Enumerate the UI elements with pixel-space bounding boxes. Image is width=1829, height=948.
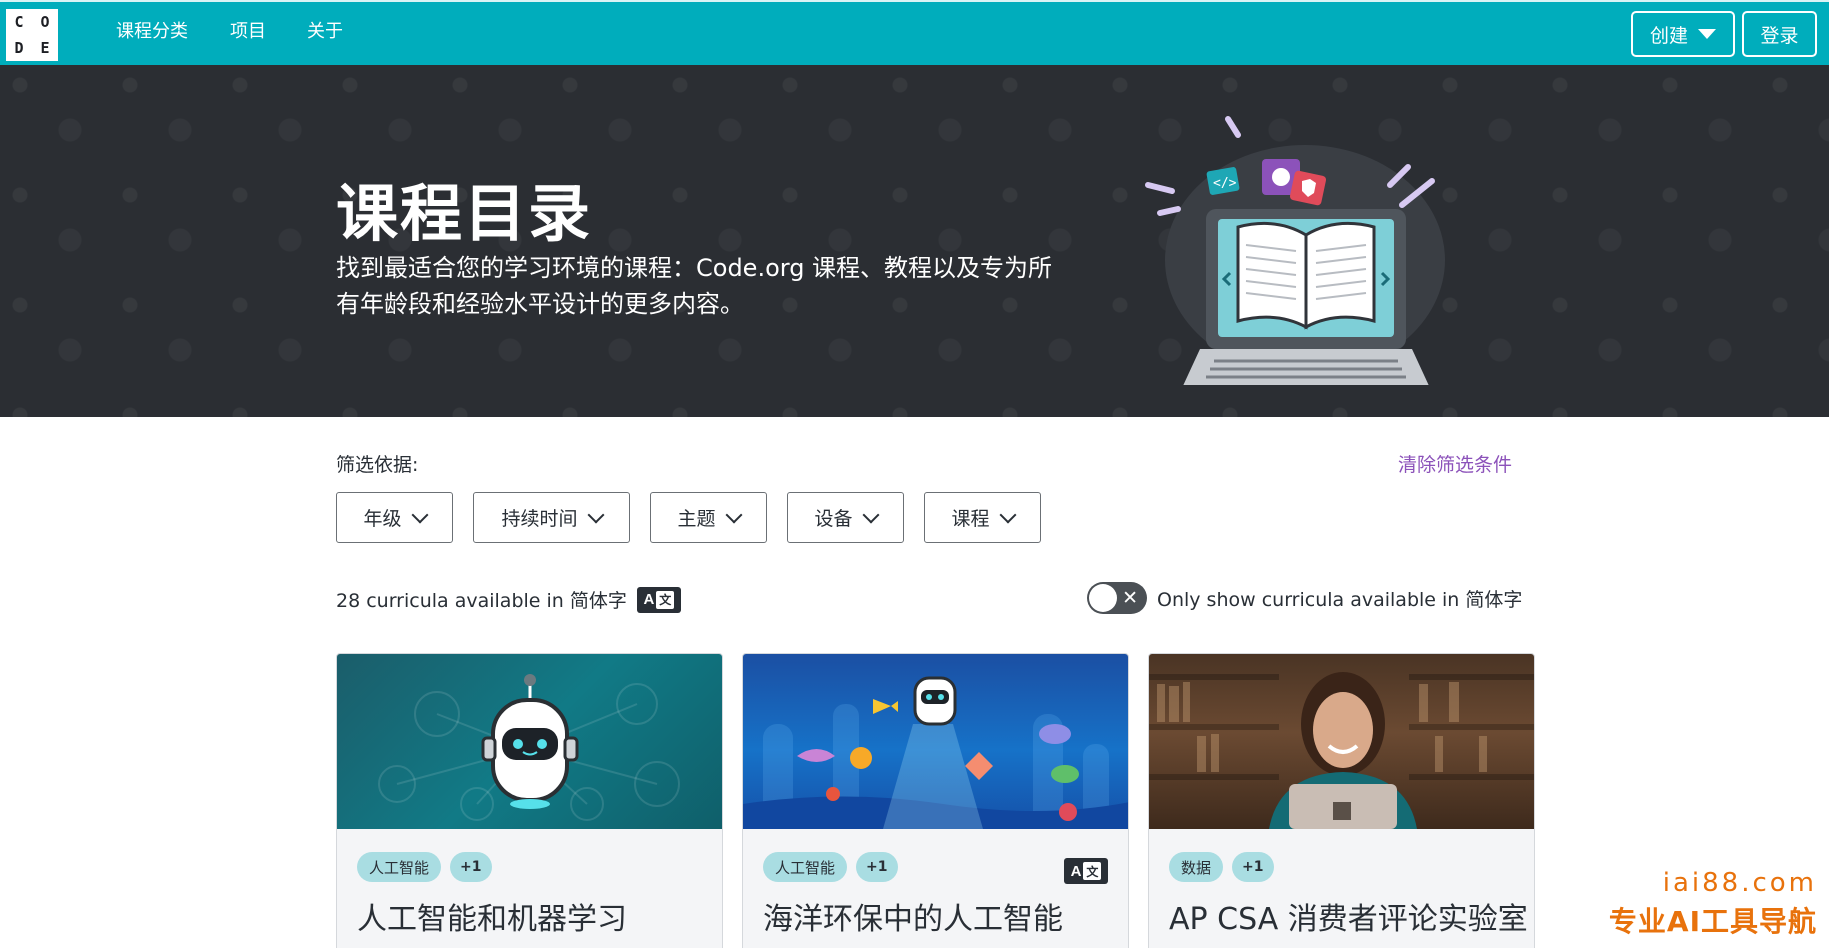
card-title: 海洋环保中的人工智能 — [763, 902, 1063, 937]
nav-link-course-catalog[interactable]: 课程分类 — [116, 2, 188, 62]
grade-dropdown[interactable]: 年级 — [336, 492, 453, 543]
chevron-down-icon — [725, 506, 742, 523]
dropdown-label: 课程 — [951, 508, 990, 530]
language-filter-toggle-row: ✕ Only show curricula available in 简体字 — [1087, 582, 1522, 614]
curriculum-card[interactable]: 人工智能 +1 A 文 海洋环保中的人工智能 — [742, 653, 1129, 948]
more-tags-badge: +1 — [450, 852, 492, 882]
card-tags: 数据 +1 — [1169, 852, 1274, 882]
toggle-knob — [1089, 584, 1117, 612]
logo-letter: E — [32, 35, 58, 61]
watermark-domain: iai88.com — [1662, 868, 1817, 898]
ocean-robot-illustration — [743, 654, 1128, 829]
curriculum-card[interactable]: 人工智能 +1 人工智能和机器学习 — [336, 653, 723, 948]
filter-label: 筛选依据: — [336, 454, 419, 476]
curricula-count-text: 28 curricula available in 简体字 — [336, 590, 627, 612]
nav-link-about[interactable]: 关于 — [307, 2, 343, 62]
nav-link-projects[interactable]: 项目 — [230, 2, 266, 62]
card-tags: 人工智能 +1 — [357, 852, 492, 882]
top-navbar: C O D E 课程分类 项目 关于 创建 登录 — [0, 0, 1829, 65]
topic-tag: 人工智能 — [357, 852, 442, 882]
translation-icon: A 文 — [636, 586, 681, 613]
logo-letter: D — [6, 35, 32, 61]
curriculum-dropdown[interactable]: 课程 — [924, 492, 1041, 543]
close-icon: ✕ — [1122, 587, 1138, 609]
toggle-label: Only show curricula available in 简体字 — [1157, 588, 1523, 611]
duration-dropdown[interactable]: 持续时间 — [473, 492, 630, 543]
dropdown-label: 主题 — [677, 508, 716, 530]
svg-text:</>: </> — [1213, 176, 1237, 191]
hero-banner: 课程目录 找到最适合您的学习环境的课程：Code.org 课程、教程以及专为所有… — [0, 65, 1829, 417]
page-title: 课程目录 — [336, 177, 593, 250]
chevron-down-icon — [587, 506, 604, 523]
more-tags-badge: +1 — [1232, 852, 1274, 882]
chevron-down-icon — [862, 506, 879, 523]
more-tags-badge: +1 — [856, 852, 898, 882]
device-dropdown[interactable]: 设备 — [787, 492, 904, 543]
chevron-down-icon — [999, 506, 1016, 523]
curricula-count: 28 curricula available in 简体字 A 文 — [336, 586, 681, 613]
dropdown-label: 年级 — [363, 508, 402, 530]
topic-dropdown[interactable]: 主题 — [650, 492, 767, 543]
curriculum-card[interactable]: 数据 +1 AP CSA 消费者评论实验室 — [1148, 653, 1535, 948]
translation-icon: A 文 — [1064, 858, 1108, 884]
student-library-photo — [1149, 654, 1534, 829]
logo-letter: O — [32, 9, 58, 35]
card-title: 人工智能和机器学习 — [357, 902, 627, 937]
dropdown-label: 设备 — [814, 508, 853, 530]
logo-letter: C — [6, 9, 32, 35]
watermark-slogan: 专业AI工具导航 — [1608, 905, 1817, 938]
topic-tag: 人工智能 — [763, 852, 848, 882]
clear-filters-link[interactable]: 清除筛选条件 — [1398, 450, 1512, 477]
create-button[interactable]: 创建 — [1631, 11, 1735, 57]
laptop-book-illustration: </> — [1145, 116, 1445, 385]
dropdown-label: 持续时间 — [501, 508, 578, 530]
login-button[interactable]: 登录 — [1742, 11, 1817, 57]
watermark: iai88.com 专业AI工具导航 — [1609, 868, 1817, 940]
chevron-down-icon — [411, 506, 428, 523]
ai-robot-illustration — [337, 654, 722, 829]
create-button-label: 创建 — [1649, 24, 1688, 47]
caret-down-icon — [1698, 29, 1716, 39]
login-button-label: 登录 — [1760, 24, 1799, 47]
card-title: AP CSA 消费者评论实验室 — [1169, 902, 1528, 937]
page-subtitle: 找到最适合您的学习环境的课程：Code.org 课程、教程以及专为所有年龄段和经… — [336, 254, 1053, 318]
card-tags: 人工智能 +1 — [763, 852, 898, 882]
language-filter-toggle[interactable]: ✕ — [1087, 582, 1147, 614]
code-org-logo[interactable]: C O D E — [6, 9, 58, 61]
topic-tag: 数据 — [1169, 852, 1224, 882]
